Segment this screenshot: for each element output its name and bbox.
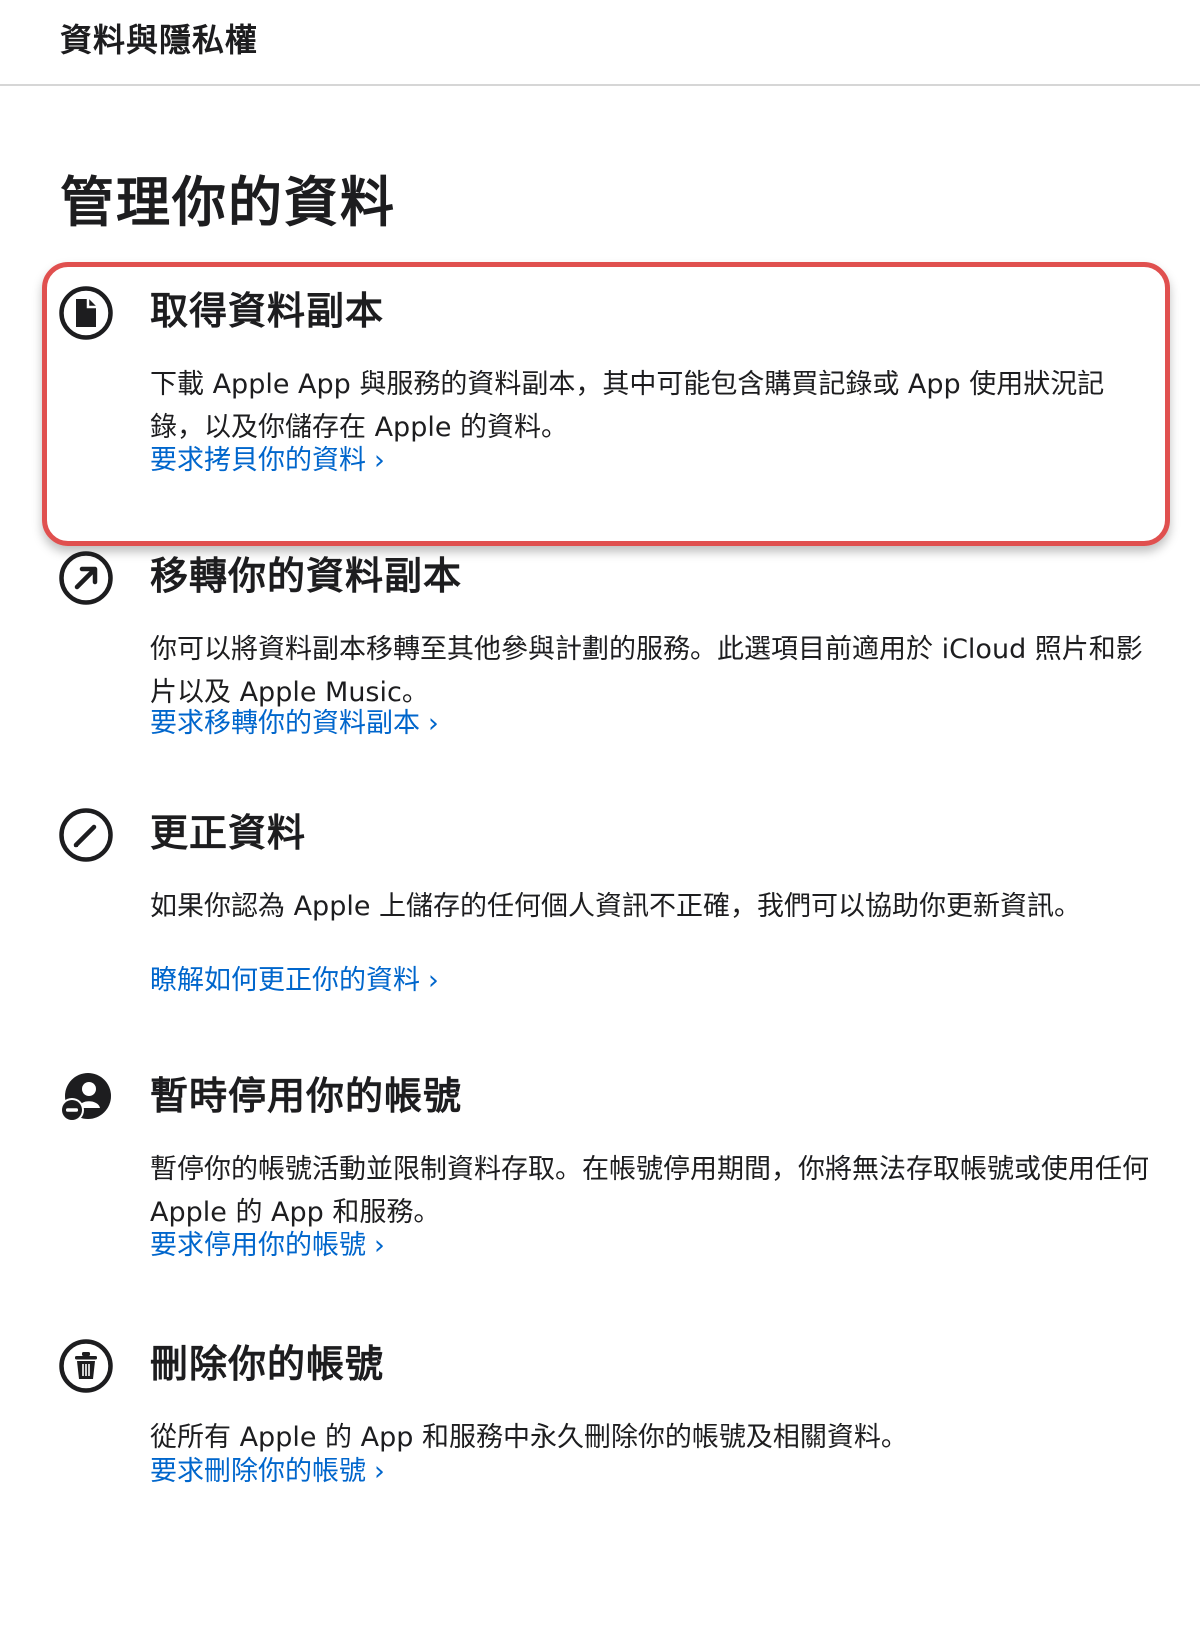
request-deactivate-link[interactable]: 要求停用你的帳號 › (150, 1226, 385, 1266)
link-label: 要求停用你的帳號 (150, 1230, 366, 1261)
learn-correct-data-link[interactable]: 瞭解如何更正你的資料 › (150, 961, 439, 1001)
chevron-right-icon: › (374, 1456, 385, 1487)
nav-title[interactable]: 資料與隱私權 (60, 18, 258, 62)
top-navigation-bar: 資料與隱私權 (0, 0, 1200, 86)
section-delete-account: 刪除你的帳號 從所有 Apple 的 App 和服務中永久刪除你的帳號及相關資料… (58, 1336, 1158, 1536)
chevron-right-icon: › (428, 965, 439, 996)
document-icon (58, 285, 114, 341)
page-title: 管理你的資料 (60, 171, 396, 234)
section-get-data-copy: 取得資料副本 下載 Apple App 與服務的資料副本，其中可能包含購買記錄或… (58, 283, 1158, 483)
section-transfer-data-copy: 移轉你的資料副本 你可以將資料副本移轉至其他參與計劃的服務。此選項目前適用於 i… (58, 548, 1158, 748)
chevron-right-icon: › (374, 1230, 385, 1261)
section-description: 如果你認為 Apple 上儲存的任何個人資訊不正確，我們可以協助你更新資訊。 (150, 891, 1082, 922)
request-delete-link[interactable]: 要求刪除你的帳號 › (150, 1452, 385, 1492)
section-description: 你可以將資料副本移轉至其他參與計劃的服務。此選項目前適用於 iCloud 照片和… (150, 634, 1143, 708)
request-transfer-link[interactable]: 要求移轉你的資料副本 › (150, 704, 439, 744)
request-data-copy-link[interactable]: 要求拷貝你的資料 › (150, 441, 385, 481)
section-heading: 取得資料副本 (150, 289, 385, 333)
link-label: 要求拷貝你的資料 (150, 445, 366, 476)
section-heading: 暫時停用你的帳號 (150, 1074, 463, 1118)
link-label: 要求刪除你的帳號 (150, 1456, 366, 1487)
section-deactivate-account: 暫時停用你的帳號 暫停你的帳號活動並限制資料存取。在帳號停用期間，你將無法存取帳… (58, 1068, 1158, 1268)
section-heading: 刪除你的帳號 (150, 1342, 385, 1386)
pencil-icon (58, 807, 114, 863)
section-heading: 更正資料 (150, 811, 307, 855)
person-minus-icon (58, 1070, 114, 1126)
section-correct-data: 更正資料 如果你認為 Apple 上儲存的任何個人資訊不正確，我們可以協助你更新… (58, 805, 1158, 1005)
trash-icon (58, 1338, 114, 1394)
section-heading: 移轉你的資料副本 (150, 554, 463, 598)
link-label: 要求移轉你的資料副本 (150, 708, 420, 739)
chevron-right-icon: › (428, 708, 439, 739)
section-description: 暫停你的帳號活動並限制資料存取。在帳號停用期間，你將無法存取帳號或使用任何 Ap… (150, 1154, 1149, 1228)
chevron-right-icon: › (374, 445, 385, 476)
section-description: 下載 Apple App 與服務的資料副本，其中可能包含購買記錄或 App 使用… (150, 369, 1105, 443)
arrow-up-right-icon (58, 550, 114, 606)
link-label: 瞭解如何更正你的資料 (150, 965, 420, 996)
